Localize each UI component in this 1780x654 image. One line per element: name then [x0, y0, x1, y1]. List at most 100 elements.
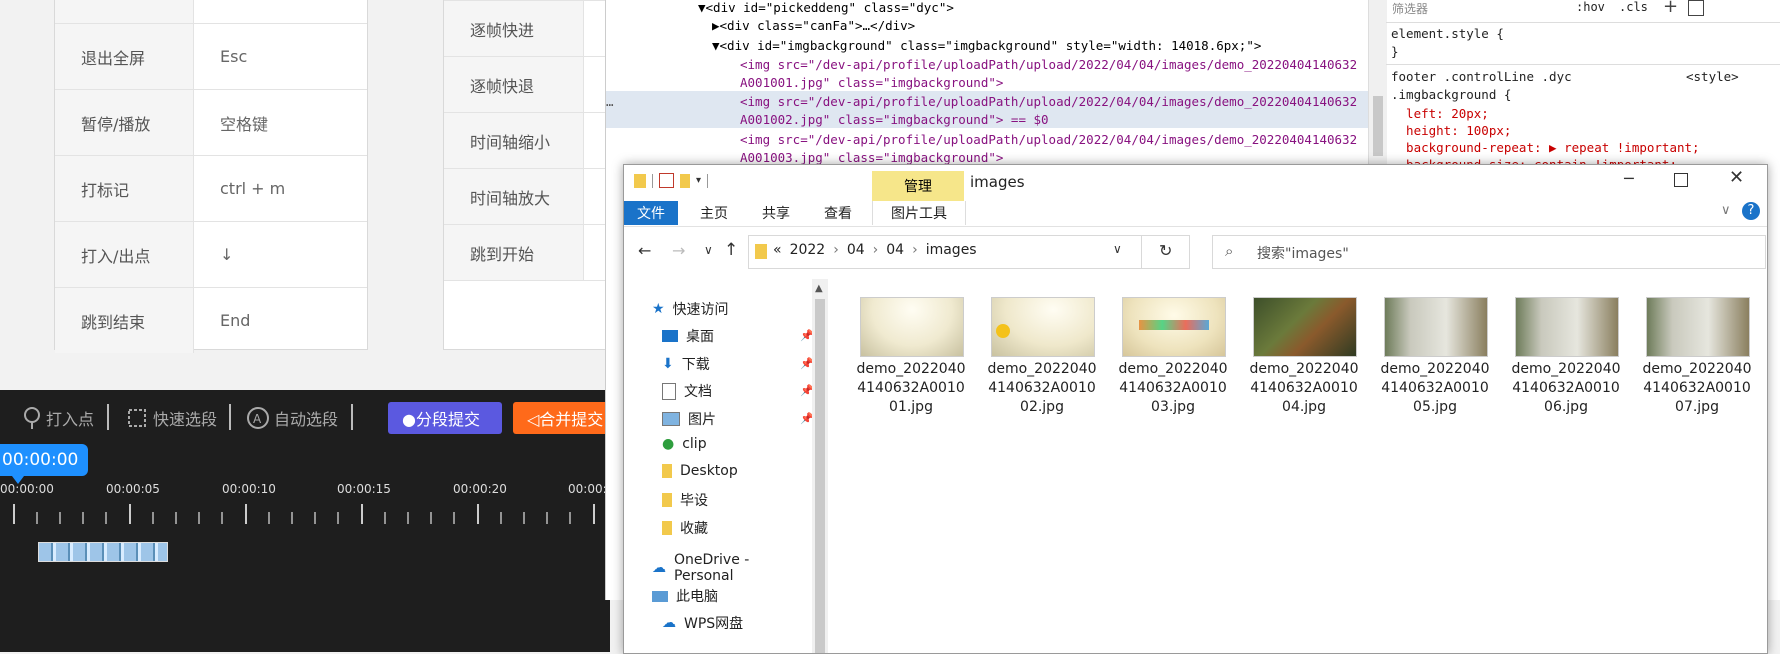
nav-item-downloads[interactable]: ⬇ 下载 [662, 354, 710, 374]
tool-label: 打入点 [46, 410, 95, 429]
file-item[interactable]: demo_2022040 4140632A0010 03.jpg [1113, 360, 1233, 417]
file-item[interactable]: demo_2022040 4140632A0010 07.jpg [1637, 360, 1757, 417]
file-thumbnail[interactable] [991, 297, 1095, 357]
style-declaration[interactable]: left: 20px; [1391, 106, 1489, 121]
file-thumbnail[interactable] [1646, 297, 1750, 357]
segment-submit-button[interactable]: ●分段提交 [388, 402, 502, 434]
onedrive-icon: ☁ [652, 560, 666, 576]
dom-node-continuation: A001003.jpg" class="imgbackground"> [740, 150, 1004, 165]
quick-segment-tool[interactable]: 快速选段 [125, 406, 217, 430]
tool-label: 自动选段 [274, 410, 339, 429]
back-arrow-icon[interactable]: ← [638, 241, 651, 260]
shortcut-name: 跳到开始 [444, 225, 584, 280]
tab-view[interactable]: 查看 [812, 201, 864, 225]
add-rule-icon[interactable]: + [1663, 0, 1678, 17]
title-graphic [1139, 320, 1209, 330]
nav-item-pictures[interactable]: 图片 [662, 409, 716, 429]
close-icon[interactable]: ✕ [1729, 167, 1744, 188]
file-item[interactable]: demo_2022040 4140632A0010 05.jpg [1375, 360, 1495, 417]
file-thumbnail[interactable] [1122, 297, 1226, 357]
style-selector: .imgbackground { [1391, 87, 1512, 102]
up-arrow-icon[interactable]: ↑ [724, 240, 738, 260]
file-thumbnail[interactable] [1253, 297, 1357, 357]
dom-node[interactable]: <img src="/dev-api/profile/uploadPath/up… [740, 132, 1357, 147]
nav-item-desktop[interactable]: 桌面 [662, 326, 714, 346]
file-thumbnail[interactable] [1384, 297, 1488, 357]
nav-item-wps-drive[interactable]: ☁ WPS网盘 [662, 613, 743, 633]
tab-file[interactable]: 文件 [624, 201, 678, 225]
search-input[interactable]: 搜索"images" [1257, 243, 1349, 263]
dom-node[interactable]: ▼<div id="imgbackground" class="imgbackg… [712, 38, 1261, 53]
properties-icon[interactable] [659, 173, 674, 188]
nav-item-quick-access[interactable]: ★ 快速访问 [652, 299, 729, 319]
nav-item-graduation-project[interactable]: 毕设 [662, 490, 708, 510]
timeline-ruler[interactable] [0, 502, 610, 526]
nav-item-favorites[interactable]: 收藏 [662, 518, 708, 538]
expand-ribbon-icon[interactable]: ∨ [1721, 203, 1731, 218]
tab-picture-tools[interactable]: 图片工具 [872, 201, 966, 225]
timecode-display: 00:00:00 [0, 444, 88, 476]
navigation-scrollbar[interactable]: ▲ [812, 279, 828, 653]
nav-item-desktop-folder[interactable]: Desktop [662, 463, 738, 479]
address-bar[interactable]: « 2022 › 04 › 04 › images ∨ ↻ [748, 235, 1190, 269]
nav-item-onedrive[interactable]: ☁ OneDrive - Personal [652, 552, 812, 584]
search-box[interactable]: ⌕ 搜索"images" [1212, 235, 1766, 269]
help-icon[interactable]: ? [1742, 202, 1760, 220]
minimize-icon[interactable]: ─ [1624, 169, 1634, 188]
nav-item-clip[interactable]: ● clip [662, 436, 707, 452]
folder-icon[interactable] [634, 173, 646, 188]
dom-node[interactable]: ▼<div id="pickeddeng" class="dyc"> [698, 0, 954, 15]
manage-context-tab[interactable]: 管理 [872, 171, 964, 201]
scrollbar-thumb[interactable] [815, 299, 825, 653]
dom-node[interactable]: <img src="/dev-api/profile/uploadPath/up… [740, 57, 1357, 72]
ellipsis-icon[interactable]: … [606, 94, 614, 109]
dom-node-selected[interactable]: <img src="/dev-api/profile/uploadPath/up… [740, 94, 1357, 109]
shortcut-key: Esc [220, 47, 248, 66]
tab-share[interactable]: 共享 [750, 201, 802, 225]
shortcut-table-right: 逐帧快进 逐帧快退 时间轴缩小 时间轴放大 跳到开始 [443, 0, 615, 350]
style-declaration[interactable]: height: 100px; [1391, 123, 1511, 138]
tick-label: 00:00:10 [222, 482, 276, 496]
hov-toggle[interactable]: :hov [1576, 0, 1605, 14]
address-dropdown-icon[interactable]: ∨ [1113, 242, 1122, 256]
maximize-icon[interactable] [1674, 173, 1688, 187]
breadcrumb-item[interactable]: 04 [847, 242, 865, 258]
style-declaration[interactable]: background-repeat: ▶ repeat !important; [1391, 140, 1700, 155]
scrollbar-thumb[interactable] [1373, 96, 1383, 156]
new-folder-icon[interactable] [680, 173, 690, 188]
document-icon [662, 382, 676, 400]
pin-icon [24, 407, 40, 429]
breadcrumb-item[interactable]: images [926, 242, 977, 258]
file-thumbnail[interactable] [860, 297, 964, 357]
recent-locations-icon[interactable]: ∨ [704, 243, 713, 257]
file-item[interactable]: demo_2022040 4140632A0010 04.jpg [1244, 360, 1364, 417]
clip-folder-icon: ● [662, 436, 675, 452]
tick-label: 00:00:15 [337, 482, 391, 496]
nav-item-documents[interactable]: 文档 [662, 381, 712, 401]
styles-filter-input[interactable]: 筛选器 [1392, 0, 1562, 20]
auto-icon: A [247, 407, 269, 429]
file-item[interactable]: demo_2022040 4140632A0010 06.jpg [1506, 360, 1626, 417]
file-item[interactable]: demo_2022040 4140632A0010 01.jpg [851, 360, 971, 417]
shortcut-key: End [220, 311, 251, 330]
breadcrumb-item[interactable]: 04 [886, 242, 904, 258]
file-item[interactable]: demo_2022040 4140632A0010 02.jpg [982, 360, 1102, 417]
forward-arrow-icon[interactable]: → [672, 241, 685, 260]
shortcut-name: 跳到结束 [55, 288, 194, 353]
folder-icon [662, 521, 672, 535]
file-thumbnail[interactable] [1515, 297, 1619, 357]
breadcrumb-item[interactable]: 2022 [790, 242, 826, 258]
frame-thumbnail-strip[interactable] [38, 542, 168, 562]
cls-toggle[interactable]: .cls [1619, 0, 1648, 14]
refresh-icon[interactable]: ↻ [1159, 241, 1172, 260]
tab-home[interactable]: 主页 [688, 201, 740, 225]
set-in-point-tool[interactable]: 打入点 [22, 406, 94, 430]
chevron-down-icon[interactable]: ▾ [696, 175, 701, 186]
nav-item-this-pc[interactable]: 此电脑 [652, 586, 718, 606]
scroll-up-icon[interactable]: ▲ [815, 283, 823, 294]
breadcrumb-overflow[interactable]: « [773, 242, 782, 258]
new-style-icon[interactable] [1688, 0, 1704, 16]
style-source-link[interactable]: <style> [1686, 69, 1739, 84]
auto-segment-tool[interactable]: A 自动选段 [246, 406, 338, 430]
dom-node[interactable]: ▶<div class="canFa">…</div> [712, 18, 915, 33]
